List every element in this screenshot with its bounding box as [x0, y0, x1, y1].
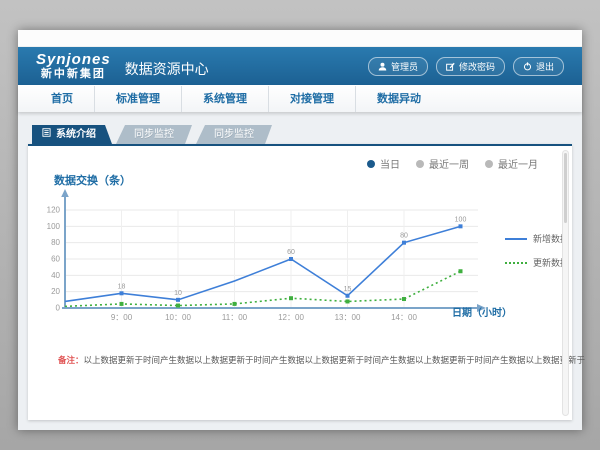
header-actions: 管理员 修改密码 退出 — [368, 57, 564, 76]
logout-label: 退出 — [536, 60, 554, 73]
tab-sync-monitor-2-label: 同步监控 — [214, 129, 254, 140]
change-password-button[interactable]: 修改密码 — [436, 57, 505, 76]
svg-text:11：00: 11：00 — [222, 313, 248, 322]
radio-dot-today[interactable] — [367, 160, 375, 168]
radio-last-week-label: 最近一周 — [429, 156, 469, 171]
company-logo[interactable]: Synjones 新中新集团 — [36, 51, 111, 81]
nav-item-home[interactable]: 首页 — [30, 86, 95, 112]
time-range-filter: 当日 最近一周 最近一月 — [367, 156, 538, 171]
legend-item-new-data[interactable]: 新增数据 — [505, 232, 569, 245]
svg-text:12：00: 12：00 — [278, 313, 304, 322]
panel-scrollbar[interactable] — [562, 150, 569, 416]
svg-text:80: 80 — [51, 238, 60, 247]
logo-company-name: 新中新集团 — [36, 68, 111, 81]
footnote-text: 以上数据更新于时间产生数据以上数据更新于时间产生数据以上数据更新于时间产生数据以… — [84, 355, 586, 365]
svg-text:40: 40 — [51, 271, 60, 280]
svg-text:0: 0 — [56, 304, 61, 313]
solid-line-swatch — [505, 238, 527, 240]
user-icon — [378, 62, 387, 71]
logout-button[interactable]: 退出 — [513, 57, 564, 76]
tab-system-intro-label: 系统介绍 — [56, 125, 96, 144]
svg-text:100: 100 — [47, 222, 61, 231]
legend-item-updated-data[interactable]: 更新数据 — [505, 256, 569, 269]
svg-text:10: 10 — [174, 290, 182, 297]
document-icon — [42, 125, 51, 144]
nav-item-standard-mgmt[interactable]: 标准管理 — [95, 86, 182, 112]
app-header: Synjones 新中新集团 数据资源中心 管理员 修改密码 退出 — [18, 47, 582, 85]
svg-text:60: 60 — [51, 255, 60, 264]
logo-brand-text: Synjones — [36, 51, 111, 68]
tab-sync-monitor-1-label: 同步监控 — [134, 129, 174, 140]
radio-last-week[interactable]: 最近一周 — [416, 156, 469, 171]
app-window: Synjones 新中新集团 数据资源中心 管理员 修改密码 退出 — [18, 30, 582, 430]
change-password-label: 修改密码 — [459, 60, 495, 73]
footnote-prefix: 备注： — [58, 355, 84, 365]
edit-icon — [446, 62, 455, 71]
nav-item-data-change[interactable]: 数据异动 — [356, 86, 442, 112]
svg-text:10：00: 10：00 — [165, 313, 191, 322]
svg-text:120: 120 — [47, 206, 61, 215]
svg-text:9：00: 9：00 — [111, 313, 133, 322]
radio-last-month[interactable]: 最近一月 — [485, 156, 538, 171]
nav-item-interface-mgmt[interactable]: 对接管理 — [269, 86, 356, 112]
dotted-line-swatch — [505, 262, 527, 264]
scrollbar-thumb[interactable] — [564, 153, 567, 223]
tab-system-intro[interactable]: 系统介绍 — [32, 125, 112, 144]
svg-text:60: 60 — [287, 249, 295, 256]
tab-bar: 系统介绍 同步监控 同步监控 — [32, 125, 272, 144]
svg-text:15: 15 — [344, 286, 352, 293]
window-top-strip — [18, 30, 582, 47]
content-area: 系统介绍 同步监控 同步监控 当日 最近一周 — [18, 112, 582, 430]
svg-text:80: 80 — [400, 233, 408, 240]
svg-text:100: 100 — [455, 216, 467, 223]
svg-text:14：00: 14：00 — [391, 313, 417, 322]
radio-today[interactable]: 当日 — [367, 156, 400, 171]
main-nav: 首页 标准管理 系统管理 对接管理 数据异动 — [18, 85, 582, 112]
svg-text:13：00: 13：00 — [335, 313, 361, 322]
y-axis-title: 数据交换（条） — [54, 172, 131, 188]
tab-sync-monitor-2[interactable]: 同步监控 — [196, 125, 272, 144]
radio-dot-last-week[interactable] — [416, 160, 424, 168]
power-icon — [523, 62, 532, 71]
tab-sync-monitor-1[interactable]: 同步监控 — [116, 125, 192, 144]
admin-user-label: 管理员 — [391, 60, 418, 73]
svg-text:18: 18 — [118, 283, 126, 290]
footnote: 备注：以上数据更新于时间产生数据以上数据更新于时间产生数据以上数据更新于时间产生… — [58, 354, 585, 366]
page-title: 数据资源中心 — [125, 53, 209, 79]
series-legend: 新增数据 更新数据 — [505, 232, 569, 280]
admin-user-button[interactable]: 管理员 — [368, 57, 428, 76]
x-axis-title: 日期（小时） — [452, 304, 512, 319]
radio-dot-last-month[interactable] — [485, 160, 493, 168]
radio-last-month-label: 最近一月 — [498, 156, 538, 171]
radio-today-label: 当日 — [380, 156, 400, 171]
svg-text:20: 20 — [51, 287, 60, 296]
chart-panel: 当日 最近一周 最近一月 数据交换（条） 0 20 40 60 80 100 120 9：00… — [28, 144, 572, 420]
nav-item-system-mgmt[interactable]: 系统管理 — [182, 86, 269, 112]
